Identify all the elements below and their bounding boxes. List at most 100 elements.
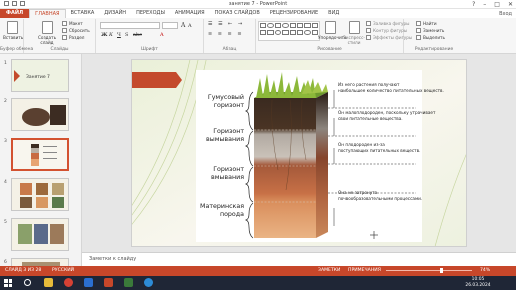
tab-view[interactable]: ВИД [323, 9, 344, 18]
browser-icon[interactable] [144, 278, 153, 287]
close-button[interactable]: ✕ [508, 0, 513, 9]
file-explorer-icon[interactable] [44, 278, 53, 287]
zoom-slider[interactable] [386, 268, 472, 273]
outline-icon [366, 28, 371, 33]
layout-icon [62, 21, 67, 26]
quick-styles-button[interactable]: Экспресс-стили [342, 21, 366, 45]
status-bar: СЛАЙД 3 ИЗ 28 РУССКИЙ ЗАМЕТКИ ПРИМЕЧАНИЯ… [0, 266, 516, 276]
reset-button[interactable]: Сбросить [62, 27, 90, 34]
tab-slideshow[interactable]: ПОКАЗ СЛАЙДОВ [210, 9, 265, 18]
thumbnail-1-graphic: Занятие 7 [12, 60, 68, 91]
language-indicator[interactable]: РУССКИЙ [52, 266, 74, 276]
tab-design[interactable]: ДИЗАЙН [99, 9, 131, 18]
notes-toggle[interactable]: ЗАМЕТКИ [318, 266, 340, 276]
slide-thumbnail-6[interactable] [11, 258, 69, 266]
select-button[interactable]: Выделить [416, 34, 445, 41]
shape-outline-button[interactable]: Контур фигуры [366, 27, 407, 34]
minimize-button[interactable]: – [483, 0, 486, 9]
thumbnail-2-graphic [12, 99, 68, 130]
new-slide-icon [41, 21, 53, 34]
group-font: A A Ж К Ч S abc A Шрифт [96, 19, 204, 53]
tab-home[interactable]: ГЛАВНАЯ [29, 9, 66, 18]
help-button[interactable]: ? [472, 0, 475, 9]
horizon-label-illuvial: Горизонт вмывания [211, 166, 244, 181]
thumb-title: Занятие 7 [26, 74, 50, 80]
section-button[interactable]: Раздел [62, 34, 84, 41]
window-controls: ? – □ ✕ [472, 0, 513, 9]
window-title: занятие 7 - PowerPoint [228, 1, 288, 7]
slide-canvas: Гумусовый горизонт Горизонт вымывания Гори… [132, 60, 466, 246]
group-paragraph: ☰ ☰ ⇤ ⇥ ≡ ≡ ≡ ≡ Абзац [204, 19, 256, 53]
find-button[interactable]: Найти [416, 20, 437, 27]
ribbon-tabs: ФАЙЛ ГЛАВНАЯ ВСТАВКА ДИЗАЙН ПЕРЕХОДЫ АНИ… [0, 9, 516, 18]
thumbnail-4-graphic [12, 179, 68, 210]
section-icon [62, 35, 67, 40]
shape-fill-button[interactable]: Заливка фигуры [366, 20, 410, 27]
thumb-number: 4 [4, 180, 7, 185]
bullets-icon[interactable]: ☰ ☰ ⇤ ⇥ [208, 21, 244, 27]
slide-thumbnail-4[interactable] [11, 178, 69, 211]
font-size-input[interactable] [162, 22, 178, 29]
tab-animations[interactable]: АНИМАЦИЯ [170, 9, 210, 18]
font-color-icon[interactable]: A [160, 32, 164, 38]
start-button-icon[interactable] [4, 279, 12, 287]
thumb-number: 2 [4, 99, 7, 104]
new-slide-button[interactable]: Создать слайд [36, 21, 58, 45]
fill-icon [366, 21, 371, 26]
search-icon[interactable] [24, 279, 31, 286]
slide-counter: СЛАЙД 3 ИЗ 28 [5, 268, 42, 273]
tab-insert[interactable]: ВСТАВКА [66, 9, 100, 18]
italic-icon[interactable]: К [109, 32, 113, 38]
powerpoint-icon[interactable] [104, 278, 113, 287]
slide-thumbnail-pane[interactable]: 1 Занятие 7 2 3 4 5 6 [0, 54, 82, 266]
slide-thumbnail-1[interactable]: Занятие 7 [11, 59, 69, 92]
notes-placeholder: Заметки к слайду [89, 256, 137, 262]
slide-editing-area: Гумусовый горизонт Горизонт вымывания Гори… [82, 54, 516, 252]
underline-icon[interactable]: Ч [117, 32, 121, 38]
zoom-slider-thumb[interactable] [440, 268, 443, 273]
tab-file[interactable]: ФАЙЛ [0, 9, 30, 18]
zoom-percent[interactable]: 74% [480, 266, 490, 276]
tab-review[interactable]: РЕЦЕНЗИРОВАНИЕ [265, 9, 323, 18]
soil-block-illustration [254, 72, 328, 238]
comments-toggle[interactable]: ПРИМЕЧАНИЯ [348, 266, 381, 276]
slide-thumbnail-3-selected[interactable] [11, 138, 69, 171]
grow-font-icon[interactable]: A [181, 22, 185, 29]
word-icon[interactable] [84, 278, 93, 287]
arrange-button[interactable]: Упорядочить [318, 21, 347, 40]
ribbon-home: Вставить Буфер обмена Создать слайд Маке… [0, 18, 516, 54]
align-icons[interactable]: ≡ ≡ ≡ ≡ [208, 31, 244, 37]
select-icon [416, 35, 421, 40]
system-clock: 10:05 26.03.2024 [460, 277, 496, 288]
maximize-button[interactable]: □ [494, 0, 500, 9]
thumbnail-3-graphic [13, 140, 67, 169]
bold-icon[interactable]: Ж [101, 32, 108, 38]
slide-thumbnail-5[interactable] [11, 218, 69, 251]
thumb-number: 3 [4, 139, 7, 144]
slide-thumbnail-2[interactable] [11, 98, 69, 131]
effects-icon [366, 35, 371, 40]
group-slides: Создать слайд Макет Сбросить Раздел Слай… [24, 19, 96, 53]
notes-pane[interactable]: Заметки к слайду [82, 252, 516, 266]
strikethrough-icon[interactable]: abc [133, 32, 142, 38]
shapes-gallery[interactable] [258, 21, 320, 41]
powerpoint-window: занятие 7 - PowerPoint ? – □ ✕ ФАЙЛ ГЛАВ… [0, 0, 516, 290]
slide-arrow-shape [132, 72, 182, 88]
thumb-number: 6 [4, 260, 7, 265]
shrink-font-icon[interactable]: A [188, 23, 192, 29]
title-bar: занятие 7 - PowerPoint ? – □ ✕ [0, 0, 516, 9]
shadow-icon[interactable]: S [125, 32, 128, 38]
layout-button[interactable]: Макет [62, 20, 83, 27]
excel-icon[interactable] [124, 278, 133, 287]
sign-in-link[interactable]: Вход [499, 11, 516, 17]
replace-button[interactable]: Заменить [416, 27, 444, 34]
tab-transitions[interactable]: ПЕРЕХОДЫ [131, 9, 170, 18]
current-slide[interactable]: Гумусовый горизонт Горизонт вымывания Гори… [131, 59, 467, 247]
clock-date: 26.03.2024 [465, 282, 491, 288]
paste-button[interactable]: Вставить [3, 21, 23, 40]
windows-taskbar: 10:05 26.03.2024 [0, 276, 516, 290]
font-name-input[interactable] [100, 22, 160, 29]
thumb-number: 5 [4, 220, 7, 225]
chrome-icon[interactable] [64, 278, 73, 287]
replace-icon [416, 28, 421, 33]
